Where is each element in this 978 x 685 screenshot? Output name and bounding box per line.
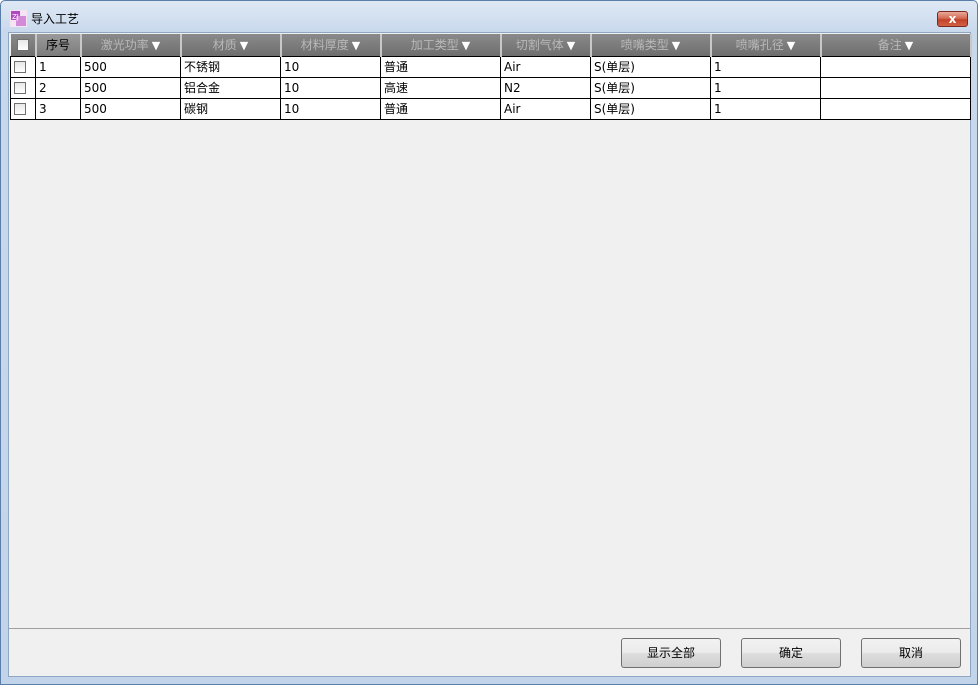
cell-material[interactable]: 铝合金: [180, 77, 281, 99]
process-grid: 序号 激光功率 ▼ 材质 ▼ 材料厚度 ▼ 加工类型 ▼ 切割气体 ▼ 喷嘴类型 ▼ 喷嘴孔…: [9, 33, 972, 629]
import-process-dialog: ZJ 导入工艺 x 序号 激光功率 ▼ 材质 ▼ 材料厚度 ▼ 加工类型 ▼ 切…: [0, 0, 978, 685]
cell-power[interactable]: 500: [80, 98, 181, 120]
cell-gas[interactable]: N2: [500, 77, 591, 99]
app-icon: ZJ: [10, 10, 27, 27]
cell-material[interactable]: 碳钢: [180, 98, 281, 120]
close-icon: x: [948, 12, 957, 26]
row-checkbox[interactable]: [14, 61, 26, 73]
cell-no: 3: [35, 98, 81, 120]
cell-remark[interactable]: [820, 77, 971, 99]
cancel-button[interactable]: 取消: [861, 638, 961, 668]
filter-icon[interactable]: ▼: [352, 39, 360, 52]
filter-icon[interactable]: ▼: [905, 39, 913, 52]
show-all-button[interactable]: 显示全部: [621, 638, 721, 668]
cell-thickness[interactable]: 10: [280, 98, 381, 120]
select-all-checkbox[interactable]: [16, 39, 29, 52]
button-bar: 显示全部 确定 取消: [9, 629, 970, 676]
cell-nozzle-type[interactable]: S(单层): [590, 77, 711, 99]
cell-gas[interactable]: Air: [500, 55, 591, 78]
title-bar[interactable]: ZJ 导入工艺 x: [1, 1, 977, 31]
close-button[interactable]: x: [937, 11, 968, 27]
cell-nozzle-type[interactable]: S(单层): [590, 55, 711, 78]
column-header-thickness[interactable]: 材料厚度 ▼: [280, 34, 382, 56]
cell-power[interactable]: 500: [80, 77, 181, 99]
table-row[interactable]: 1 500 不锈钢 10 普通 Air S(单层) 1: [10, 55, 971, 78]
ok-button[interactable]: 确定: [741, 638, 841, 668]
row-select-cell[interactable]: [10, 98, 36, 120]
table-row[interactable]: 3 500 碳钢 10 普通 Air S(单层) 1: [10, 98, 971, 120]
select-all-header[interactable]: [10, 34, 37, 56]
column-header-process[interactable]: 加工类型 ▼: [380, 34, 502, 56]
window-title: 导入工艺: [31, 12, 80, 26]
column-header-no[interactable]: 序号: [35, 34, 82, 56]
dialog-body: 序号 激光功率 ▼ 材质 ▼ 材料厚度 ▼ 加工类型 ▼ 切割气体 ▼ 喷嘴类型 ▼ 喷嘴孔…: [8, 32, 972, 677]
cell-no: 1: [35, 55, 81, 78]
cell-process[interactable]: 高速: [380, 77, 501, 99]
cell-gas[interactable]: Air: [500, 98, 591, 120]
filter-icon[interactable]: ▼: [462, 39, 470, 52]
row-checkbox[interactable]: [14, 82, 26, 94]
process-table: 序号 激光功率 ▼ 材质 ▼ 材料厚度 ▼ 加工类型 ▼ 切割气体 ▼ 喷嘴类型 ▼ 喷嘴孔…: [10, 34, 972, 120]
column-header-power[interactable]: 激光功率 ▼: [80, 34, 182, 56]
filter-icon[interactable]: ▼: [672, 39, 680, 52]
cell-nozzle-diameter[interactable]: 1: [710, 98, 821, 120]
row-checkbox[interactable]: [14, 103, 26, 115]
cell-material[interactable]: 不锈钢: [180, 55, 281, 78]
cell-nozzle-diameter[interactable]: 1: [710, 77, 821, 99]
cell-remark[interactable]: [820, 98, 971, 120]
cell-no: 2: [35, 77, 81, 99]
cell-process[interactable]: 普通: [380, 98, 501, 120]
column-header-remark[interactable]: 备注 ▼: [820, 34, 972, 56]
column-header-nozzle-type[interactable]: 喷嘴类型 ▼: [590, 34, 712, 56]
filter-icon[interactable]: ▼: [567, 39, 575, 52]
svg-text:ZJ: ZJ: [12, 13, 19, 21]
column-header-material[interactable]: 材质 ▼: [180, 34, 282, 56]
row-select-cell[interactable]: [10, 55, 36, 78]
cell-remark[interactable]: [820, 55, 971, 78]
cell-nozzle-type[interactable]: S(单层): [590, 98, 711, 120]
cell-nozzle-diameter[interactable]: 1: [710, 55, 821, 78]
filter-icon[interactable]: ▼: [152, 39, 160, 52]
row-select-cell[interactable]: [10, 77, 36, 99]
column-header-gas[interactable]: 切割气体 ▼: [500, 34, 592, 56]
cell-process[interactable]: 普通: [380, 55, 501, 78]
filter-icon[interactable]: ▼: [240, 39, 248, 52]
filter-icon[interactable]: ▼: [787, 39, 795, 52]
cell-thickness[interactable]: 10: [280, 77, 381, 99]
cell-thickness[interactable]: 10: [280, 55, 381, 78]
header-row: 序号 激光功率 ▼ 材质 ▼ 材料厚度 ▼ 加工类型 ▼ 切割气体 ▼ 喷嘴类型 ▼ 喷嘴孔…: [10, 34, 972, 56]
column-header-nozzle-diameter[interactable]: 喷嘴孔径 ▼: [710, 34, 822, 56]
cell-power[interactable]: 500: [80, 55, 181, 78]
table-row[interactable]: 2 500 铝合金 10 高速 N2 S(单层) 1: [10, 77, 971, 99]
